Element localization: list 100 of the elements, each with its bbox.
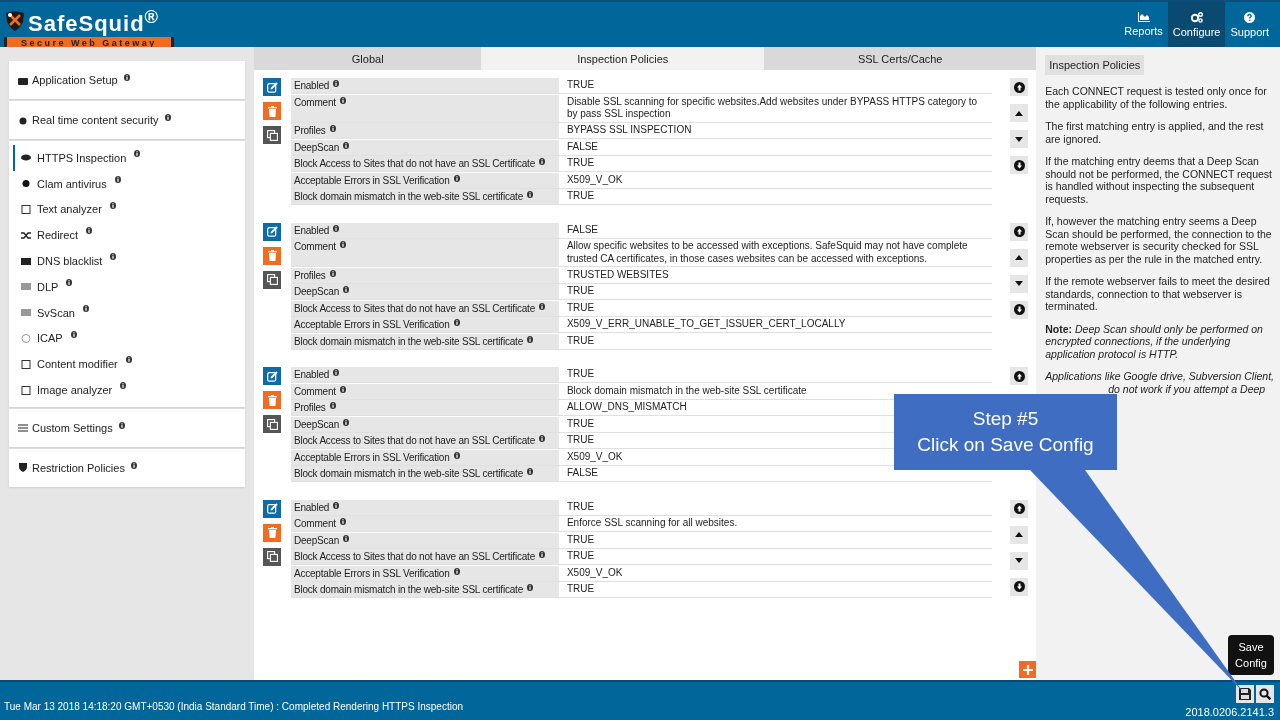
help-paragraph: If the matching entry deems that a Deep Scan should not be performed, the CONNECT request is handled without inspecting the subsequent requests. bbox=[1045, 155, 1274, 205]
info-icon bbox=[343, 286, 349, 293]
circle-arrow-down-icon bbox=[1013, 304, 1025, 315]
field-label: DeepScan bbox=[290, 532, 559, 548]
sidebar-item[interactable]: DNS blacklist bbox=[13, 248, 246, 274]
field-value: TRUE bbox=[566, 550, 595, 561]
caret-up-icon bbox=[1015, 255, 1024, 260]
module-icon bbox=[21, 230, 31, 240]
info-icon bbox=[527, 468, 534, 475]
callout-title: Step #5 bbox=[972, 408, 1039, 430]
edit-button[interactable] bbox=[263, 367, 282, 385]
field-value: TRUE bbox=[566, 583, 595, 594]
copy-button[interactable] bbox=[263, 415, 282, 433]
move-bottom-button[interactable] bbox=[1010, 156, 1029, 174]
info-icon bbox=[539, 435, 546, 442]
field-label: DeepScan bbox=[290, 139, 559, 155]
move-top-button[interactable] bbox=[1010, 499, 1029, 518]
help-title: Inspection Policies bbox=[1045, 55, 1145, 75]
sidebar-group[interactable]: Custom Settings bbox=[9, 408, 246, 447]
move-up-button[interactable] bbox=[1010, 525, 1029, 544]
info-icon bbox=[339, 96, 346, 104]
delete-button[interactable] bbox=[263, 523, 282, 542]
trash-icon bbox=[267, 527, 277, 538]
nav-button[interactable]: Configure bbox=[1167, 2, 1226, 47]
status-message: Tue Mar 13 2018 14:18:20 GMT+0530 (India Standard Time) : Completed Rendering HTTPS Inspection bbox=[4, 701, 464, 712]
move-down-button[interactable] bbox=[1010, 274, 1029, 293]
shield-tools-icon bbox=[4, 10, 26, 31]
move-up-button[interactable] bbox=[1010, 104, 1029, 122]
field-label: Comment bbox=[290, 383, 559, 399]
move-down-button[interactable] bbox=[1010, 130, 1029, 148]
info-icon bbox=[333, 224, 340, 232]
info-icon bbox=[343, 141, 349, 149]
field-label: Comment bbox=[290, 516, 559, 531]
field-label: DeepScan bbox=[290, 416, 559, 432]
sidebar-group[interactable]: Real time content security bbox=[9, 101, 246, 139]
sidebar-item[interactable]: Content modifier bbox=[13, 351, 246, 378]
copy-icon bbox=[266, 274, 278, 285]
field-value: Enforce SSL scanning for all websites. bbox=[566, 517, 738, 528]
field-value: Disable SSL scanning for specific websites.Add websites under BYPASS HTTPS category to by pass SSL inspection bbox=[566, 95, 978, 119]
sidebar-item[interactable]: SvScan bbox=[13, 299, 246, 326]
nav-button[interactable]: Reports bbox=[1119, 2, 1168, 47]
edit-button[interactable] bbox=[263, 499, 282, 518]
delete-button[interactable] bbox=[263, 391, 282, 409]
nav-button[interactable]: Support bbox=[1225, 2, 1274, 47]
trash-icon bbox=[267, 105, 277, 117]
move-down-button[interactable] bbox=[1010, 551, 1029, 570]
add-button[interactable] bbox=[1019, 661, 1037, 678]
sidebar-item[interactable]: HTTPS Inspection bbox=[13, 145, 246, 171]
module-icon bbox=[21, 256, 31, 266]
sidebar-item[interactable]: Text analyzer bbox=[13, 196, 246, 223]
copy-button[interactable] bbox=[263, 270, 282, 289]
field-label: Enabled bbox=[290, 367, 559, 382]
caret-up-icon bbox=[1015, 532, 1024, 537]
info-icon bbox=[109, 201, 116, 209]
field-label: Acceptable Errors in SSL Verification bbox=[290, 449, 559, 465]
info-icon bbox=[343, 534, 349, 542]
info-icon bbox=[453, 567, 460, 575]
logo-wordmark: SafeSquid$^{®}$ bbox=[28, 5, 160, 37]
delete-button[interactable] bbox=[263, 246, 282, 265]
search-button[interactable] bbox=[1256, 685, 1274, 703]
circle-arrow-up-icon bbox=[1013, 503, 1025, 514]
plus-icon bbox=[1022, 664, 1033, 675]
field-label: Block domain mismatch in the web-site SSL certificate bbox=[290, 189, 559, 204]
sidebar-item[interactable]: Clam antivirus bbox=[13, 170, 246, 197]
move-up-button[interactable] bbox=[1010, 248, 1029, 267]
chart-icon bbox=[1137, 12, 1150, 22]
edit-icon bbox=[266, 503, 278, 514]
field-value: X509_V_ERR_UNABLE_TO_GET_ISSUER_CERT_LOCALLY bbox=[566, 318, 846, 329]
help-text-line: do not work if you attempt a Deep bbox=[1107, 382, 1267, 395]
move-bottom-button[interactable] bbox=[1010, 300, 1029, 319]
module-icon bbox=[21, 333, 31, 343]
field-value: X509_V_OK bbox=[566, 173, 623, 185]
circle-arrow-up-icon bbox=[1013, 370, 1025, 382]
help-paragraph: If the remote webserver fails to meet the desired standards, connection to that webserver is terminated. bbox=[1045, 275, 1271, 313]
sidebar-item[interactable]: DLP bbox=[13, 274, 246, 300]
edit-button[interactable] bbox=[263, 78, 282, 96]
field-label: Block domain mismatch in the web-site SSL certificate bbox=[290, 466, 559, 481]
save-config-button[interactable] bbox=[1236, 685, 1254, 703]
sidebar-item[interactable]: Redirect bbox=[13, 222, 246, 249]
info-icon bbox=[66, 279, 73, 286]
field-value: ALLOW_DNS_MISMATCH bbox=[566, 401, 687, 412]
edit-button[interactable] bbox=[263, 222, 282, 241]
tab[interactable]: Inspection Policies bbox=[481, 47, 765, 70]
move-top-button[interactable] bbox=[1010, 367, 1029, 385]
field-value: Block domain mismatch in the web-site SSL certificate bbox=[566, 384, 807, 396]
info-icon bbox=[453, 319, 460, 326]
copy-button[interactable] bbox=[263, 547, 282, 566]
sidebar-group[interactable]: Application Setup bbox=[9, 61, 246, 99]
move-bottom-button[interactable] bbox=[1010, 577, 1029, 596]
move-top-button[interactable] bbox=[1010, 222, 1029, 241]
delete-button[interactable] bbox=[263, 102, 282, 120]
sidebar-group[interactable]: Restriction Policies bbox=[9, 448, 246, 487]
info-icon bbox=[333, 369, 340, 376]
sidebar-item[interactable]: Image analyzer bbox=[13, 377, 246, 403]
sidebar-item[interactable]: ICAP bbox=[13, 325, 246, 352]
field-label: Profiles bbox=[290, 267, 559, 283]
copy-button[interactable] bbox=[263, 126, 282, 144]
info-icon bbox=[120, 382, 127, 390]
circle-arrow-up-icon bbox=[1013, 226, 1025, 237]
move-top-button[interactable] bbox=[1010, 78, 1029, 96]
